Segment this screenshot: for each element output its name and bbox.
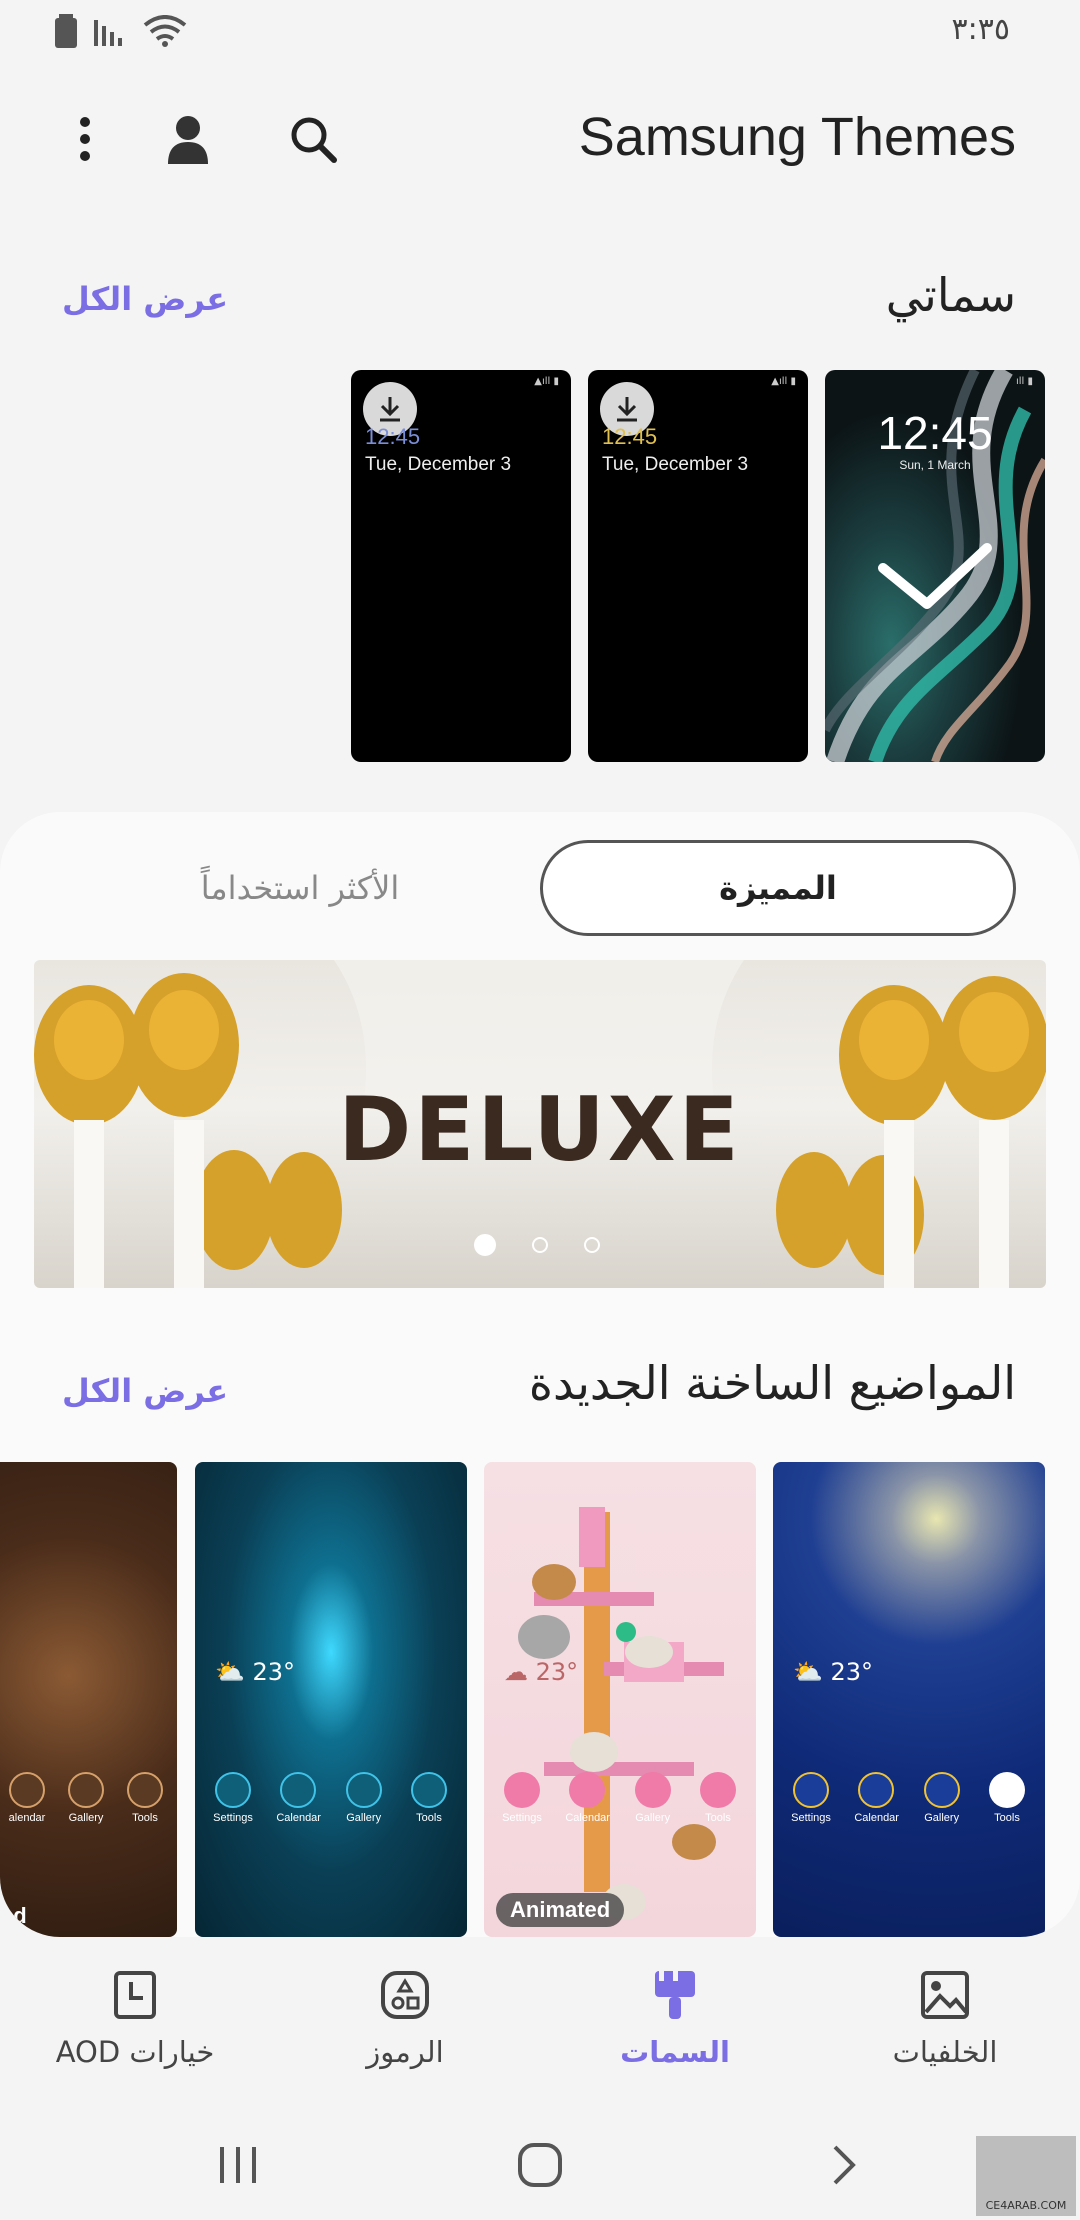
card-edge-label: ad [1,1903,27,1928]
animated-badge: Animated [496,1893,625,1927]
preview-app: Settings [211,1772,255,1824]
preview-app: Calendar [854,1772,899,1824]
my-theme-card[interactable]: ▲ıll ▮ 12:45 Tue, December 3 [351,370,571,762]
theme-app-row: alendar Gallery Tools [5,1772,167,1824]
status-icons [54,14,188,48]
pager-dot-active[interactable] [474,1234,496,1256]
tab-featured[interactable]: المميزة [540,840,1016,936]
preview-app: alendar [5,1772,49,1824]
pager-dot[interactable] [532,1237,548,1253]
hot-themes-header: المواضيع الساخنة الجديدة عرض الكل [0,1342,1080,1422]
theme-app-row: Settings Calendar Gallery Tools [211,1772,451,1824]
preview-app: Tools [123,1772,167,1824]
wifi-icon [143,15,187,47]
weather-widget: ⛅ 23° [793,1658,874,1686]
theme-card-animated[interactable]: ☁ 23° Settings Calendar Gallery Tools An… [484,1462,756,1937]
preview-app: Gallery [64,1772,108,1824]
preview-app: Settings [500,1772,544,1824]
featured-banner[interactable]: DELUXE [34,960,1046,1288]
theme-app-row: Settings Calendar Gallery Tools [500,1772,740,1824]
nav-label: السمات [620,2035,730,2069]
shapes-icon [375,1965,435,2025]
my-themes-list: ▲ıll ▮ 12:45 Tue, December 3 ▲ıll ▮ 12:4… [0,370,1080,762]
preview-app: Settings [789,1772,833,1824]
back-icon[interactable] [804,2135,884,2195]
card-clock: 12:45 [877,407,993,459]
card-clock: 12:45 [602,424,658,449]
nav-themes[interactable]: السمات [555,1965,795,2069]
mini-status-icons: ıll ▮ [1015,376,1033,387]
nav-aod[interactable]: خيارات AOD [15,1965,255,2069]
card-date: Tue, December 3 [602,454,749,475]
featured-panel: الأكثر استخداماً المميزة DELUXE المواضيع… [0,812,1080,1937]
card-clock: 12:45 [365,424,421,449]
home-icon[interactable] [500,2135,580,2195]
mini-status-icons: ▲ıll ▮ [771,376,796,387]
recent-apps-icon[interactable] [198,2135,278,2195]
hot-themes-view-all-link[interactable]: عرض الكل [62,1372,228,1410]
theme-app-row: Settings Calendar Gallery Tools [789,1772,1029,1824]
preview-app: Tools [985,1772,1029,1824]
nav-label: الرموز [366,2035,444,2069]
my-themes-title: سماتي [885,268,1016,322]
bottom-navigation: الخلفيات السمات الرموز خيارات AOD [0,1937,1080,2107]
card-date: Sun, 1 March [899,458,971,472]
mini-status-icons: ▲ıll ▮ [534,376,559,387]
card-date: Tue, December 3 [365,454,512,475]
paint-brush-icon [645,1965,705,2025]
weather-temp: 23° [535,1658,579,1686]
nav-wallpapers[interactable]: الخلفيات [825,1965,1065,2069]
nav-label: الخلفيات [892,2035,998,2069]
theme-card[interactable]: ⛅ 23° Settings Calendar Gallery Tools [773,1462,1045,1937]
weather-temp: 23° [830,1658,874,1686]
nav-label: خيارات AOD [55,2035,215,2069]
my-theme-card-applied[interactable]: ıll ▮ 12:45 Sun, 1 March [825,370,1045,762]
hot-themes-list: ⛅ 23° Settings Calendar Gallery Tools ☁ … [0,1462,1080,1937]
preview-app: Tools [407,1772,451,1824]
more-options-icon[interactable] [50,104,120,174]
preview-app: Tools [696,1772,740,1824]
clock-icon [105,1965,165,2025]
preview-app: Calendar [276,1772,321,1824]
status-bar: ٣:٣٥ [0,0,1080,62]
system-navigation-bar: CE4ARAB.COM [0,2107,1080,2220]
applied-check-icon [878,543,992,609]
battery-icon [55,14,77,48]
hot-themes-title: المواضيع الساخنة الجديدة [528,1356,1016,1410]
preview-app: Gallery [920,1772,964,1824]
preview-app: Calendar [565,1772,610,1824]
my-theme-card[interactable]: ▲ıll ▮ 12:45 Tue, December 3 [588,370,808,762]
image-icon [915,1965,975,2025]
preview-app: Gallery [631,1772,675,1824]
cat-tower-artwork [518,1507,724,1920]
account-icon[interactable] [153,104,223,174]
status-time: ٣:٣٥ [951,12,1010,47]
preview-app: Gallery [342,1772,386,1824]
weather-widget: ☁ 23° [504,1658,579,1686]
banner-pager [474,1234,600,1256]
my-themes-view-all-link[interactable]: عرض الكل [62,280,228,318]
nav-icons[interactable]: الرموز [285,1965,525,2069]
app-bar: Samsung Themes [0,62,1080,212]
signal-icon [94,20,122,46]
watermark-logo: CE4ARAB.COM [976,2136,1076,2216]
banner-title: DELUXE [338,1078,742,1181]
search-icon[interactable] [278,104,348,174]
page-title: Samsung Themes [578,107,1016,167]
pager-dot[interactable] [584,1237,600,1253]
weather-temp: 23° [252,1658,296,1686]
tab-most-used[interactable]: الأكثر استخداماً [130,840,470,936]
my-themes-header: سماتي عرض الكل [0,262,1080,342]
theme-card[interactable]: ⛅ 23° Settings Calendar Gallery Tools [195,1462,467,1937]
theme-card[interactable]: alendar Gallery Tools ad [0,1462,177,1937]
weather-widget: ⛅ 23° [215,1658,296,1686]
